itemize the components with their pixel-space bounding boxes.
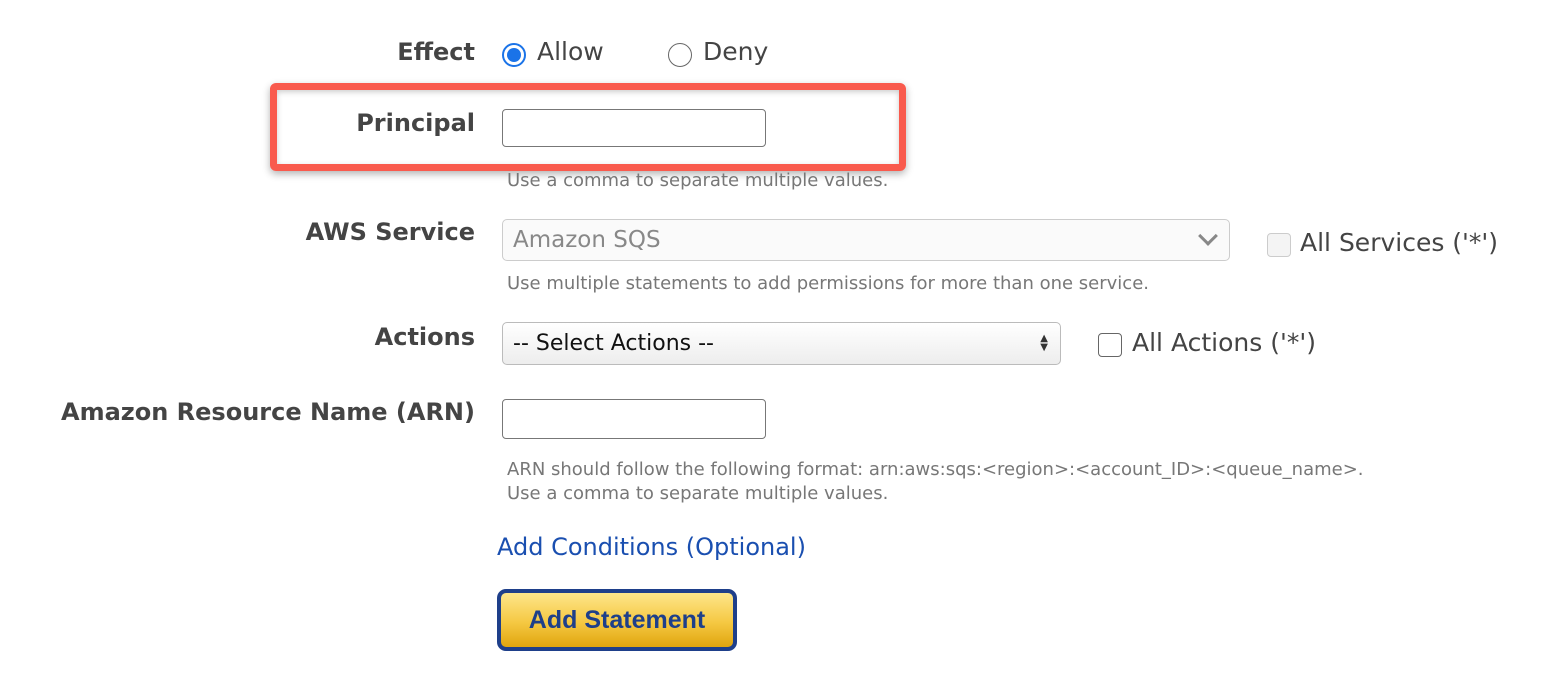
arn-input[interactable] [502, 399, 766, 439]
effect-allow-radio[interactable] [502, 43, 526, 67]
all-actions-label[interactable]: All Actions ('*') [1132, 328, 1316, 358]
actions-value: -- Select Actions -- [513, 331, 714, 356]
aws-service-label: AWS Service [305, 218, 475, 246]
add-statement-label: Add Statement [528, 606, 706, 634]
principal-input[interactable] [502, 109, 766, 147]
chevron-down-icon [1198, 226, 1218, 246]
effect-allow-label[interactable]: Allow [537, 37, 604, 67]
updown-arrows-icon: ▲ ▼ [1040, 333, 1048, 353]
principal-label: Principal [356, 109, 475, 137]
actions-select[interactable]: -- Select Actions -- ▲ ▼ [502, 322, 1061, 365]
arn-label: Amazon Resource Name (ARN) [61, 398, 475, 426]
effect-label: Effect [397, 38, 475, 66]
actions-label: Actions [374, 323, 475, 351]
add-statement-button[interactable]: Add Statement [497, 589, 737, 651]
arn-help-format: ARN should follow the following format: … [507, 459, 1364, 480]
all-actions-checkbox[interactable] [1098, 333, 1122, 357]
arn-help-comma: Use a comma to separate multiple values. [507, 483, 889, 504]
aws-service-help: Use multiple statements to add permissio… [507, 273, 1149, 294]
effect-deny-radio[interactable] [668, 43, 692, 67]
aws-service-value: Amazon SQS [513, 227, 661, 253]
add-conditions-link[interactable]: Add Conditions (Optional) [497, 532, 806, 562]
aws-service-select[interactable]: Amazon SQS [502, 219, 1230, 261]
all-services-checkbox[interactable] [1267, 233, 1291, 257]
effect-deny-label[interactable]: Deny [703, 37, 768, 67]
principal-help: Use a comma to separate multiple values. [507, 170, 889, 191]
all-services-label[interactable]: All Services ('*') [1300, 228, 1498, 258]
